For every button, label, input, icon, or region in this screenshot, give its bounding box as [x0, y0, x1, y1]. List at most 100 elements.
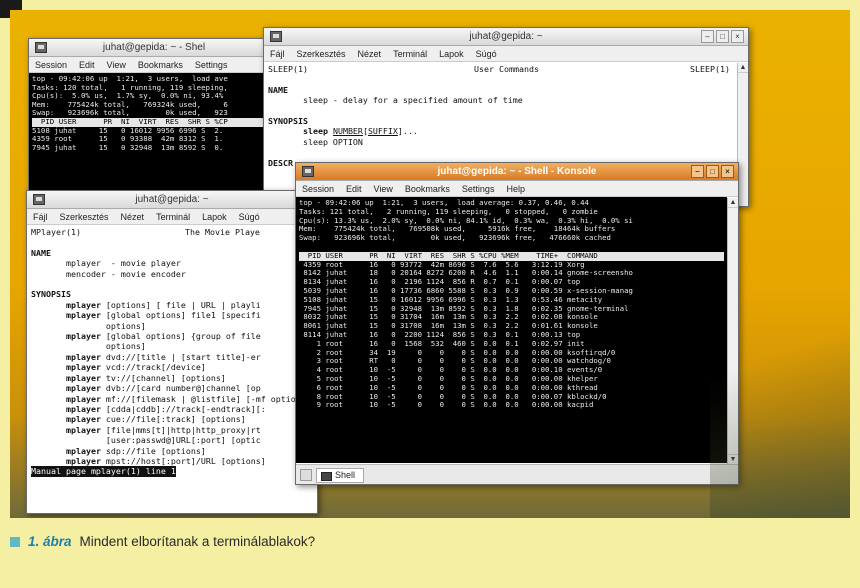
synopsis-cmd: mplayer: [65, 351, 101, 362]
synopsis-args: cue://file[:track] [options]: [100, 414, 246, 425]
synopsis-line2: sleep OPTION: [268, 136, 363, 147]
synopsis-list: mplayer [options] [ file | URL | playli …: [31, 300, 317, 466]
synopsis-line: mplayer [global options] {group of file: [31, 331, 261, 341]
menu-view[interactable]: View: [107, 57, 126, 72]
menu-szerkesztes[interactable]: Szerkesztés: [60, 209, 109, 224]
menu-edit[interactable]: Edit: [346, 181, 362, 196]
synopsis-cmd: mplayer: [65, 393, 101, 404]
pager-status: Manual page mplayer(1) line 1: [31, 466, 176, 477]
konsole-window-front[interactable]: juhat@gepida: ~ - Shell - Konsole – □ × …: [295, 162, 739, 485]
terminal-icon: [35, 42, 47, 53]
menu-lapok[interactable]: Lapok: [202, 209, 227, 224]
synopsis-cmd: mplayer: [65, 310, 101, 321]
synopsis-args: options]: [100, 341, 146, 352]
gnome-terminal-window-mplayer[interactable]: juhat@gepida: ~ Fájl Szerkesztés Nézet T…: [26, 190, 318, 514]
synopsis-cmd: mplayer: [65, 372, 101, 383]
synopsis-cmd: sleep: [302, 126, 328, 137]
minimize-icon[interactable]: –: [691, 165, 704, 178]
synopsis-args: [global options] {group of file: [100, 331, 261, 342]
menu-fajl[interactable]: Fájl: [33, 209, 48, 224]
synopsis-cmd: [66, 321, 101, 331]
close-icon[interactable]: ×: [731, 30, 744, 43]
menu-terminal[interactable]: Terminál: [156, 209, 190, 224]
synopsis-args: [global options] file1 [specifi: [100, 310, 261, 321]
titlebar[interactable]: juhat@gepida: ~: [27, 191, 317, 209]
synopsis-args: dvb://[card number@]channel [op: [100, 383, 261, 394]
synopsis-args: vcd://track[/device]: [100, 362, 206, 373]
menu-sugo[interactable]: Súgó: [476, 46, 497, 61]
menu-session[interactable]: Session: [302, 181, 334, 196]
synopsis-arg-number: NUMBER: [332, 126, 363, 137]
close-icon[interactable]: ×: [721, 165, 734, 178]
caption-number: 1. ábra: [28, 534, 72, 549]
synopsis-line: mplayer mf://[filemask | @listfile] [-mf…: [31, 394, 317, 404]
caption-marker-icon: [10, 536, 20, 547]
synopsis-line: [user:passwd@]URL[:port] [optic: [31, 435, 261, 445]
titlebar[interactable]: juhat@gepida: ~ – □ ×: [264, 28, 748, 46]
man-header-center: User Commands: [474, 64, 539, 74]
tab-shell[interactable]: Shell: [316, 468, 365, 483]
synopsis-cmd: mplayer: [65, 455, 101, 466]
name-heading: NAME: [268, 84, 288, 95]
synopsis-cmd: mplayer: [65, 362, 101, 373]
menu-bar: Fájl Szerkesztés Nézet Terminál Lapok Sú…: [264, 46, 748, 62]
maximize-icon[interactable]: □: [716, 30, 729, 43]
desktop: juhat@gepida: ~ - Shel Session Edit View…: [10, 10, 850, 518]
man-page-content[interactable]: MPlayer(1) The Movie Playe NAME mplayer -…: [27, 225, 317, 513]
synopsis-cmd: [66, 341, 101, 351]
titlebar[interactable]: juhat@gepida: ~ - Shell - Konsole – □ ×: [296, 163, 738, 181]
menu-fajl[interactable]: Fájl: [270, 46, 285, 61]
synopsis-args: sdp://file [options]: [100, 445, 206, 456]
menu-view[interactable]: View: [374, 181, 393, 196]
menu-settings[interactable]: Settings: [462, 181, 495, 196]
maximize-icon[interactable]: □: [706, 165, 719, 178]
synopsis-args: dvd://[title | [start title]-er: [100, 351, 261, 362]
menu-sugo[interactable]: Súgó: [239, 209, 260, 224]
menu-settings[interactable]: Settings: [195, 57, 228, 72]
synopsis-heading: SYNOPSIS: [31, 289, 71, 300]
menu-nezet[interactable]: Nézet: [121, 209, 145, 224]
synopsis-line: mplayer mpst://host[:port]/URL [options]: [31, 456, 266, 466]
menu-help[interactable]: Help: [506, 181, 525, 196]
menu-bookmarks[interactable]: Bookmarks: [405, 181, 450, 196]
new-tab-icon[interactable]: [300, 469, 312, 481]
menu-szerkesztes[interactable]: Szerkesztés: [297, 46, 346, 61]
window-title: juhat@gepida: ~: [469, 31, 543, 42]
synopsis-line: mplayer [cdda|cddb]://track[-endtrack][:: [31, 404, 266, 414]
name-heading: NAME: [31, 247, 51, 258]
synopsis-args: tv://[channel] [options]: [100, 372, 226, 383]
menu-bookmarks[interactable]: Bookmarks: [138, 57, 183, 72]
process-rows: 4359 root 16 0 93772 42m 8696 S 7.6 5.6 …: [303, 259, 633, 410]
titlebar[interactable]: juhat@gepida: ~ - Shel: [29, 39, 279, 57]
minimize-icon[interactable]: –: [701, 30, 714, 43]
synopsis-cmd: mplayer: [65, 331, 101, 342]
scroll-down-icon[interactable]: ▼: [728, 454, 738, 464]
menu-nezet[interactable]: Nézet: [358, 46, 382, 61]
menu-lapok[interactable]: Lapok: [439, 46, 464, 61]
menu-terminal[interactable]: Terminál: [393, 46, 427, 61]
menu-bar: Session Edit View Bookmarks Settings Hel…: [296, 181, 738, 197]
synopsis-line: mplayer [file|mms[t]|http|http_proxy|rt: [31, 425, 261, 435]
menu-session[interactable]: Session: [35, 57, 67, 72]
synopsis-line: mplayer tv://[channel] [options]: [31, 373, 226, 383]
terminal-output[interactable]: top - 09:42:06 up 1:21, 3 users, load av…: [296, 197, 727, 463]
synopsis-rest: ...: [402, 126, 418, 137]
konsole-window-back[interactable]: juhat@gepida: ~ - Shel Session Edit View…: [28, 38, 280, 194]
scrollbar[interactable]: ▲ ▼: [727, 198, 738, 464]
synopsis-line: mplayer cue://file[:track] [options]: [31, 414, 246, 424]
scroll-up-icon[interactable]: ▲: [738, 63, 748, 73]
synopsis-line: options]: [31, 341, 146, 351]
synopsis-args: mf://[filemask | @listfile] [-mf options…: [100, 393, 317, 404]
synopsis-args: [user:passwd@]URL[:port] [optic: [100, 435, 261, 446]
synopsis-line: mplayer dvd://[title | [start title]-er: [31, 352, 261, 362]
scroll-up-icon[interactable]: ▲: [728, 198, 738, 208]
synopsis-line: mplayer [global options] file1 [specifi: [31, 310, 261, 320]
synopsis-cmd: mplayer: [65, 299, 101, 310]
window-title: juhat@gepida: ~: [135, 194, 209, 205]
figure-caption: 1. ábra Mindent elborítanak a terminálab…: [10, 534, 315, 549]
man-header-left: MPlayer(1): [31, 227, 81, 237]
menu-edit[interactable]: Edit: [79, 57, 95, 72]
terminal-output[interactable]: top - 09:42:06 up 1:21, 3 users, load av…: [29, 73, 279, 193]
name-text: sleep - delay for a specified amount of …: [268, 95, 523, 106]
man-header-right: SLEEP(1): [690, 64, 730, 74]
